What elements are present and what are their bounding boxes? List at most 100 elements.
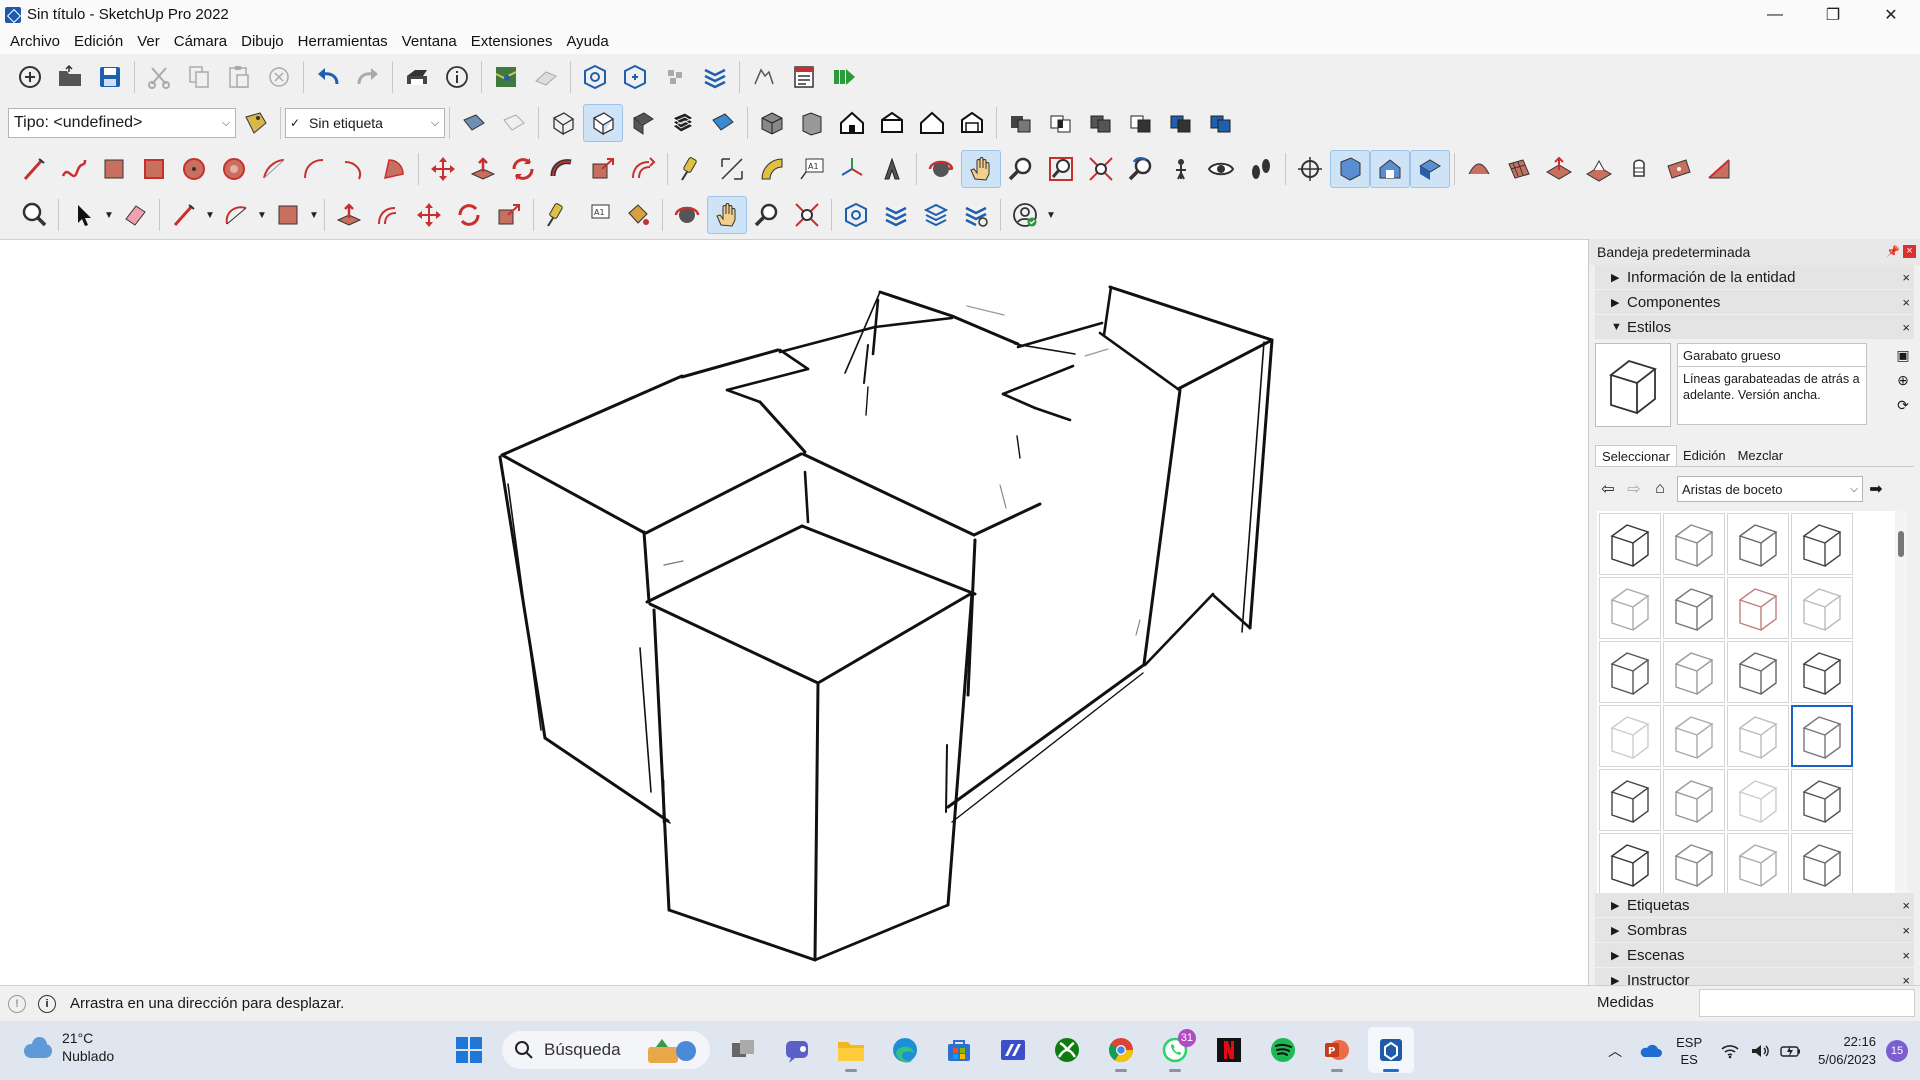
menu-herramientas[interactable]: Herramientas [291,33,395,50]
layout-small-icon[interactable] [876,196,916,234]
back-arrow-icon[interactable]: ⇦ [1595,476,1621,502]
styles-stack-icon[interactable] [916,196,956,234]
tape-measure-tool-icon[interactable] [672,150,712,188]
show-hidden-icons-chevron-icon[interactable]: ︿ [1608,1041,1622,1061]
xbox-icon[interactable] [1044,1027,1090,1073]
menu-ayuda[interactable]: Ayuda [559,33,615,50]
style-thumbnail[interactable] [1727,833,1789,895]
copy-icon[interactable] [179,58,219,96]
open-folder-icon[interactable] [50,58,90,96]
details-arrow-icon[interactable]: ➡ [1863,476,1889,502]
netflix-icon[interactable] [1206,1027,1252,1073]
section-plane-icon[interactable] [1290,150,1330,188]
outer-shell-icon[interactable] [1001,104,1041,142]
style-thumbnail[interactable] [1791,769,1853,831]
paint-bucket-icon[interactable] [618,196,658,234]
text-small-icon[interactable]: A1 [578,196,618,234]
power-automate-icon[interactable] [990,1027,1036,1073]
chevron-down-icon[interactable]: ▼ [204,196,216,234]
quick-settings[interactable] [1720,1043,1802,1059]
scale-small-icon[interactable] [489,196,529,234]
offset-small-icon[interactable] [369,196,409,234]
line-tool-icon[interactable] [14,150,54,188]
teams-chat-icon[interactable] [774,1027,820,1073]
drape-tool-icon[interactable] [1619,150,1659,188]
style-thumbnail[interactable] [1599,641,1661,703]
style-thumbnail[interactable] [1791,705,1853,767]
style-thumbnail[interactable] [1727,577,1789,639]
pie-tool-icon[interactable] [374,150,414,188]
union-icon[interactable] [1081,104,1121,142]
panel-close-icon[interactable]: × [1902,270,1910,285]
walk-tool-icon[interactable] [1241,150,1281,188]
panel-close-icon[interactable]: × [1902,948,1910,963]
zoom-small-icon[interactable] [747,196,787,234]
account-icon[interactable] [1005,196,1045,234]
erase-delete-icon[interactable] [259,58,299,96]
thumbnails-scrollbar[interactable] [1895,511,1907,896]
notification-count-badge[interactable]: 15 [1886,1039,1908,1062]
sandbox-from-contours-icon[interactable] [1459,150,1499,188]
style-thumbnail[interactable] [1727,513,1789,575]
chevron-down-icon[interactable]: ▼ [256,196,268,234]
extension-manager-icon[interactable] [956,196,996,234]
shapes-tool-icon[interactable] [268,196,308,234]
new-file-icon[interactable] [10,58,50,96]
arc-tool-icon[interactable] [254,150,294,188]
wireframe-style-icon[interactable] [543,104,583,142]
style-thumbnail[interactable] [1599,769,1661,831]
look-around-icon[interactable] [1201,150,1241,188]
dimension-tool-icon[interactable] [712,150,752,188]
smoove-tool-icon[interactable] [1539,150,1579,188]
powerpoint-icon[interactable]: P [1314,1027,1360,1073]
shaded-textures-style-icon[interactable] [663,104,703,142]
style-thumbnail[interactable] [1791,833,1853,895]
panel-escenas[interactable]: ▶ Escenas × [1595,943,1914,967]
clock[interactable]: 22:16 5/06/2023 [1818,1033,1876,1069]
polygon-tool-icon[interactable] [214,150,254,188]
minimize-button[interactable]: — [1746,0,1804,29]
rotate-small-icon[interactable] [449,196,489,234]
home-icon[interactable]: ⌂ [1647,476,1673,502]
start-windows-icon[interactable] [446,1027,492,1073]
style-description-field[interactable]: Líneas garabateadas de atrás a adelante.… [1677,367,1867,425]
style-thumbnail[interactable] [1663,513,1725,575]
chevron-down-icon[interactable]: ▼ [308,196,320,234]
panel-close-icon[interactable]: × [1902,898,1910,913]
warehouse-small-icon[interactable] [836,196,876,234]
menu-extensiones[interactable]: Extensiones [464,33,560,50]
menu-camara[interactable]: Cámara [167,33,234,50]
right-view-icon[interactable] [872,104,912,142]
chevron-down-icon[interactable]: ▼ [103,196,115,234]
forward-arrow-icon[interactable]: ⇨ [1621,476,1647,502]
language-indicator[interactable]: ESP ES [1676,1034,1702,1068]
pushpull-small-icon[interactable] [329,196,369,234]
move-small-icon[interactable] [409,196,449,234]
style-thumbnail[interactable] [1599,833,1661,895]
display-section-cuts-icon[interactable] [1370,150,1410,188]
layout-send-icon[interactable] [695,58,735,96]
stamp-tool-icon[interactable] [1579,150,1619,188]
push-pull-tool-icon[interactable] [463,150,503,188]
refresh-style-icon[interactable]: ⟳ [1897,397,1909,414]
taskbar-search[interactable]: Búsqueda [502,1031,710,1069]
onedrive-cloud-icon[interactable] [1640,1043,1663,1059]
style-thumbnail[interactable] [1791,513,1853,575]
share-model-icon[interactable] [526,58,566,96]
style-thumbnail[interactable] [1791,577,1853,639]
flip-edge-icon[interactable] [1699,150,1739,188]
select-tool-icon[interactable] [63,196,103,234]
drawing-viewport[interactable] [0,239,1588,985]
arc-shape-tool-icon[interactable] [216,196,256,234]
zoom-window-tool-icon[interactable] [1041,150,1081,188]
file-explorer-icon[interactable] [828,1027,874,1073]
freehand-tool-icon[interactable] [54,150,94,188]
sandbox-from-scratch-icon[interactable] [1499,150,1539,188]
zoom-tool-icon[interactable] [1001,150,1041,188]
geolocation-status-icon[interactable]: ! [8,994,26,1013]
menu-dibujo[interactable]: Dibujo [234,33,291,50]
previous-view-icon[interactable] [1121,150,1161,188]
tape-small-icon[interactable] [538,196,578,234]
back-view-icon[interactable] [912,104,952,142]
style-thumbnail[interactable] [1663,705,1725,767]
